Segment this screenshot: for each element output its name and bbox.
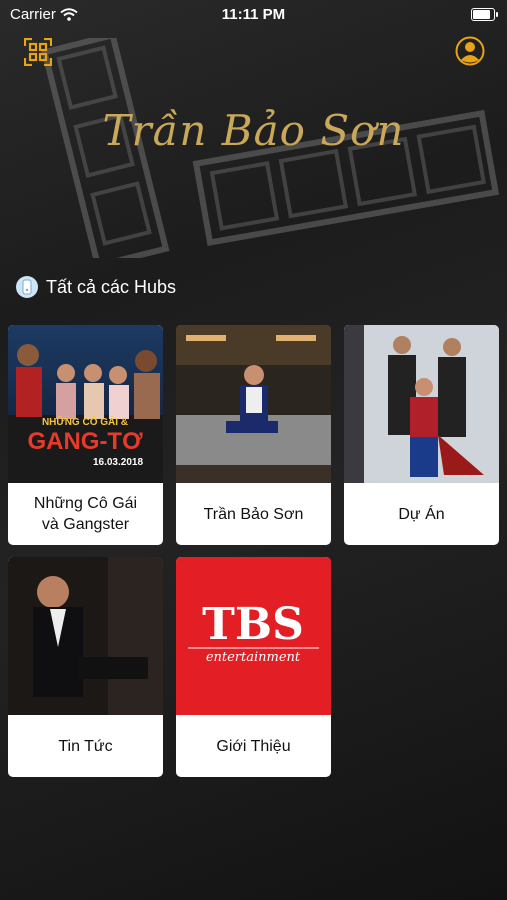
hub-label: Dự Án: [398, 505, 445, 523]
hub-thumbnail-photo: [8, 557, 163, 715]
tbs-logo-thumbnail: TBS entertainment: [176, 557, 331, 715]
header-banner: Trần Bảo Sơn: [0, 28, 507, 260]
battery-icon: [471, 8, 498, 21]
hub-label: Những Cô Gái và Gangster: [8, 483, 163, 545]
poster-subtitle: NHỮNG CÔ GÁI &: [42, 415, 128, 428]
status-bar: Carrier 11:11 PM: [0, 0, 507, 28]
tbs-logo-sub: entertainment: [206, 650, 301, 665]
hub-label: Trần Bảo Sơn: [203, 505, 304, 523]
hub-label: Tin Tức: [58, 737, 113, 755]
hub-card-gioi-thieu[interactable]: TBS entertainment Giới Thiệu: [176, 557, 331, 777]
poster-date: 16.03.2018: [93, 457, 143, 468]
hub-thumbnail-poster: NHỮNG CÔ GÁI & GANG-TƠ 16.03.2018: [8, 325, 163, 483]
qr-scan-button[interactable]: [23, 37, 53, 67]
status-time: 11:11 PM: [221, 6, 286, 23]
tbs-logo-main: TBS: [202, 599, 304, 650]
section-title: Tất cả các Hubs: [46, 276, 177, 297]
qr-scan-icon: [23, 37, 53, 67]
user-profile-icon: [455, 36, 485, 66]
app-logo-title: Trần Bảo Sơn: [102, 106, 405, 155]
hub-card-nhung-co-gai[interactable]: NHỮNG CÔ GÁI & GANG-TƠ 16.03.2018 Những …: [8, 325, 163, 545]
user-profile-button[interactable]: [455, 36, 485, 66]
hub-thumbnail-photo: [344, 325, 499, 483]
hub-card-tin-tuc[interactable]: Tin Tức: [8, 557, 163, 777]
hub-card-du-an[interactable]: Dự Án: [344, 325, 499, 545]
hubs-icon: [16, 276, 38, 298]
section-header: Tất cả các Hubs: [16, 276, 176, 298]
poster-title: GANG-TƠ: [27, 428, 143, 455]
hub-thumbnail-photo: [176, 325, 331, 483]
hub-label: Giới Thiệu: [216, 737, 291, 755]
hub-label-line1: Những Cô Gái: [33, 495, 138, 512]
hub-card-tran-bao-son[interactable]: Trần Bảo Sơn: [176, 325, 331, 545]
hub-label-line2: và Gangster: [41, 516, 130, 533]
